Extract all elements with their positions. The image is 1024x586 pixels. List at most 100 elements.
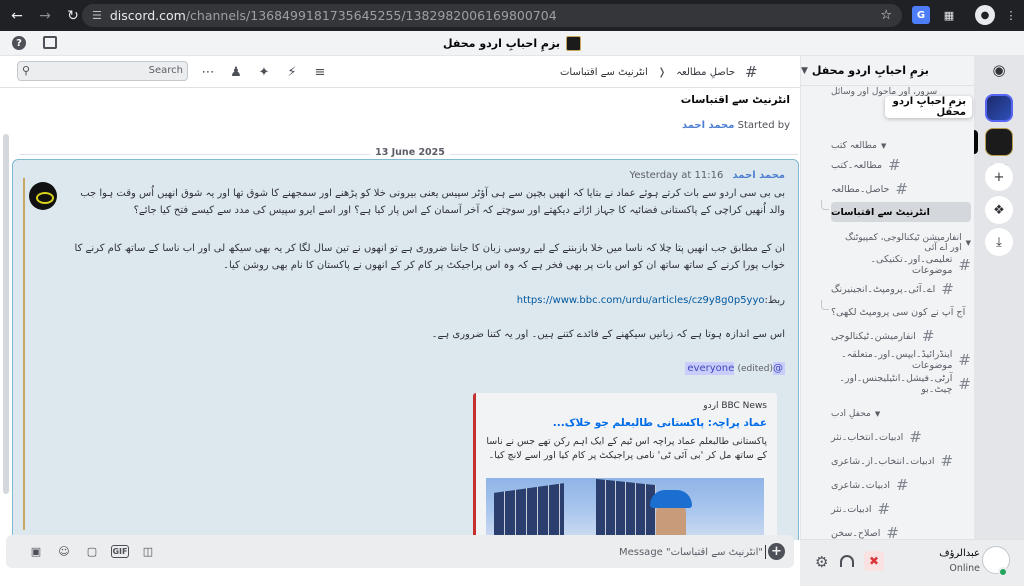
thread-connector-icon (821, 200, 829, 210)
sidebar-item-it[interactable]: # انفارمیشن۔ٹیکنالوجی (831, 326, 971, 346)
titlebar-server-name: بزمِ احبابِ اردو محفل (443, 36, 560, 50)
sidebar-item-prose-selection[interactable]: # ادبیات۔انتخاب۔نثر (831, 427, 971, 447)
sidebar-item-hasil-mutala[interactable]: # حاصل۔مطالعہ (831, 179, 971, 199)
embed-image[interactable] (486, 478, 764, 540)
message-input[interactable]: Message "انٹرنیٹ سے اقتباسات" (566, 545, 766, 559)
add-server-icon[interactable]: + (985, 163, 1013, 191)
selected-server-indicator (974, 130, 978, 154)
message-header: محمد احمد Yesterday at 11:16 (513, 170, 785, 184)
scrollbar[interactable] (3, 134, 9, 494)
thread-started-by: محمد احمد Started by (560, 120, 790, 131)
server-header-name: بزمِ احبابِ اردو محفل (811, 64, 929, 77)
message-timestamp: Yesterday at 11:16 (629, 170, 724, 181)
profile-avatar-icon[interactable]: ● (975, 5, 995, 25)
pin-icon[interactable]: ✦ (255, 63, 273, 81)
channel-hash-icon: # (909, 428, 922, 446)
reload-icon[interactable]: ↻ (62, 5, 84, 27)
gif-icon[interactable]: GIF (111, 545, 129, 558)
sticker-icon[interactable]: ▢ (84, 543, 100, 559)
server-tooltip-text: بزمِ احبابِ اردو محفل (892, 96, 966, 118)
category-reading-label: مطالعہ کتب (831, 141, 878, 151)
link-embed[interactable]: BBC News اردو عماد پراچہ: پاکستانی طالبع… (473, 393, 777, 540)
embed-title[interactable]: عماد پراچہ: پاکستانی طالبعلم جو خلاک... (553, 417, 767, 429)
sidebar-item-label: ادبیات۔انتخاب۔نثر (831, 431, 904, 443)
chevron-down-icon: ▼ (881, 142, 887, 150)
gamepad-icon[interactable]: ▣ (28, 543, 44, 559)
threads-icon[interactable]: ≡ (311, 63, 329, 81)
download-icon[interactable]: ⤓ (985, 228, 1013, 256)
hard-hat-shape (650, 490, 692, 508)
server-icon-active[interactable] (985, 128, 1013, 156)
message-link-line: ربط:https://www.bbc.com/urdu/articles/cz… (73, 292, 785, 309)
emoji-icon[interactable]: ☺ (56, 543, 72, 559)
sidebar-item-poetry-selection[interactable]: # ادبیات۔انتخاب۔از۔شاعری (831, 451, 971, 471)
notification-mute-icon[interactable]: ⚡ (283, 63, 301, 81)
article-link[interactable]: https://www.bbc.com/urdu/articles/cz9y8g… (517, 295, 765, 306)
message-input-placeholder: Message "انٹرنیٹ سے اقتباسات" (618, 547, 763, 558)
bookmark-star-icon[interactable]: ☆ (880, 8, 892, 23)
site-settings-icon[interactable]: ☰ (92, 9, 102, 22)
channel-hash-icon: # (940, 452, 954, 470)
sidebar-item-todays-prompt[interactable]: آج آپ نے کون سی پرومپٹ لکھی؟ (831, 302, 971, 322)
search-input[interactable]: ⚲ Search (17, 61, 188, 81)
channel-hash-icon: # (896, 476, 909, 494)
sidebar-item-poetry[interactable]: # ادبیات۔شاعری (831, 475, 971, 495)
date-divider-label: 13 June 2025 (370, 147, 450, 158)
message-item[interactable]: محمد احمد Yesterday at 11:16 بی بی سی ار… (12, 159, 799, 540)
gift-icon[interactable]: ◫ (140, 543, 156, 559)
translate-extension-icon[interactable]: G (912, 6, 930, 24)
author-avatar[interactable] (29, 182, 57, 210)
sidebar-item-internet-excerpts[interactable]: انٹرنیٹ سے اقتباسات (831, 202, 971, 222)
category-literature[interactable]: ▼ محفلِ ادب (831, 404, 971, 424)
channel-hash-icon: # (888, 156, 901, 174)
url-host: discord.com (109, 8, 186, 23)
more-options-icon[interactable]: ⋯ (199, 63, 217, 81)
extensions-puzzle-icon[interactable]: ▦ (940, 6, 958, 24)
category-literature-label: محفلِ ادب (831, 409, 871, 419)
discover-icon[interactable]: ❖ (985, 196, 1013, 224)
sidebar-item-label: ادبیات۔انتخاب۔از۔شاعری (831, 455, 935, 467)
thread-connector-icon (821, 300, 829, 310)
sidebar-item-label: اصلاح۔سخن (831, 527, 881, 539)
solar-panel-shape (494, 483, 564, 540)
breadcrumb-channel[interactable]: حاصلِ مطالعہ (676, 67, 735, 78)
discord-titlebar: ? بزمِ احبابِ اردو محفل (0, 31, 1024, 56)
address-bar[interactable]: ☰ discord.com/channels/13684991817356452… (82, 4, 902, 27)
mute-mic-icon[interactable]: ✖ (864, 551, 884, 571)
app-root: ← → ↻ ☰ discord.com/channels/13684991817… (0, 0, 1024, 586)
sidebar-item-prose[interactable]: # ادبیات۔نثر (831, 499, 971, 519)
category-it[interactable]: ▼ انفارمیشن ٹیکنالوجی، کمپیوٹنگ اور اے آئ… (831, 233, 971, 253)
channel-hash-icon: # (921, 327, 935, 345)
server-icon-bazm[interactable] (985, 94, 1013, 122)
embed-provider[interactable]: BBC News اردو (703, 401, 767, 411)
sidebar-item-education[interactable]: # تعلیمی۔اور۔تکنیکی۔موضوعات (831, 254, 971, 276)
sidebar-item-prompt-engineering[interactable]: # اے۔آئی۔پرومپٹ۔انجینیرنگ (831, 279, 971, 299)
sidebar-item-ai-chatbots[interactable]: # آرٹی۔فیشل۔انٹیلیجنس۔اور۔چیٹ۔بو (831, 373, 971, 395)
online-status-icon (998, 567, 1008, 577)
discord-home-icon[interactable]: ◉ (985, 56, 1013, 84)
sidebar-item-android-apps[interactable]: # اینڈرائیڈ۔ایپس۔اور۔متعلقہ۔موضوعات (831, 349, 971, 371)
message-paragraph-1: بی بی سی اردو سے بات کرتے ہوئے عماد نے ب… (80, 188, 785, 216)
message-author[interactable]: محمد احمد (733, 170, 785, 181)
channel-hash-icon: # (958, 256, 971, 274)
sidebar-item-reading-books[interactable]: # مطالعہ۔کتب (831, 155, 971, 175)
channel-hash-icon: # (958, 375, 971, 393)
back-icon[interactable]: ← (6, 5, 28, 27)
thread-starter-name[interactable]: محمد احمد (682, 120, 734, 131)
forward-icon[interactable]: → (34, 5, 56, 27)
link-label: ربط: (764, 295, 785, 306)
solar-panel-shape-2 (596, 478, 656, 540)
server-header[interactable]: بزمِ احبابِ اردو محفل ▼ (801, 56, 975, 86)
gear-icon[interactable]: ⚙ (815, 553, 828, 571)
inbox-icon[interactable] (43, 36, 57, 49)
message-highlight-bar (23, 178, 25, 530)
browser-menu-icon[interactable]: ⋮ (1002, 6, 1020, 24)
members-icon[interactable]: ♟ (227, 63, 245, 81)
headphones-icon[interactable] (840, 555, 854, 567)
sidebar-item-label: آج آپ نے کون سی پرومپٹ لکھی؟ (831, 306, 966, 318)
embed-description: پاکستانی طالبعلم عماد پراچہ اس ٹیم کے ای… (486, 436, 767, 461)
started-by-label: Started by (737, 120, 790, 131)
category-reading[interactable]: ▼ مطالعہ کتب (831, 136, 971, 156)
add-attachment-button[interactable]: + (768, 543, 785, 560)
help-icon[interactable]: ? (12, 36, 26, 50)
